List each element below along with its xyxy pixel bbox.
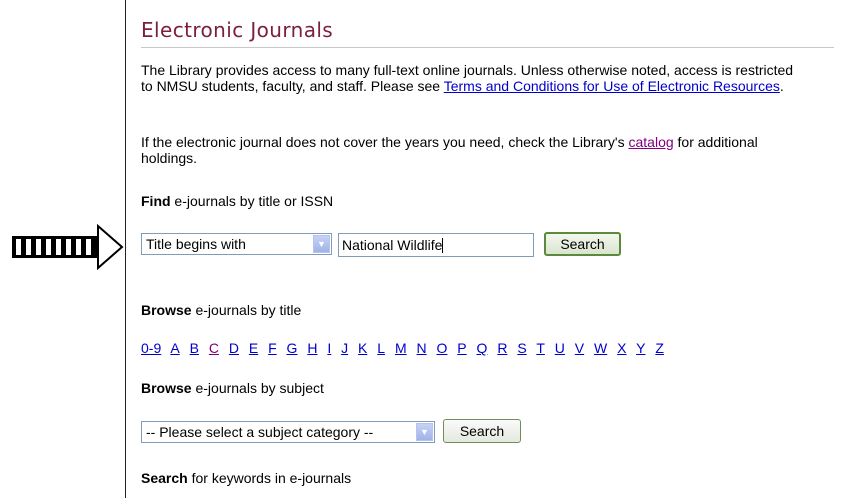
coverage-text: If the electronic journal does not cover… xyxy=(141,134,629,150)
browse-title-bold: Browse xyxy=(141,302,192,318)
alphabet-links: 0-9 A B C D E F G H I J K L M N O P Q R … xyxy=(141,340,670,356)
find-search-button[interactable]: Search xyxy=(544,232,621,256)
find-label-bold: Find xyxy=(141,193,171,209)
letter-link-m[interactable]: M xyxy=(395,340,407,356)
letter-link-0-9[interactable]: 0-9 xyxy=(141,340,161,356)
find-label: Find e-journals by title or ISSN xyxy=(141,193,333,209)
letter-link-y[interactable]: Y xyxy=(636,340,645,356)
pointer-arrow-icon xyxy=(12,224,124,270)
letter-link-a[interactable]: A xyxy=(170,340,179,356)
subject-category-value: -- Please select a subject category -- xyxy=(146,424,374,440)
text-cursor xyxy=(442,238,444,253)
title-search-value: National Wildlife xyxy=(342,237,443,253)
page-title: Electronic Journals xyxy=(141,18,334,42)
title-divider xyxy=(141,47,834,48)
subject-category-select[interactable]: -- Please select a subject category -- ▼ xyxy=(141,421,435,443)
title-search-input[interactable]: National Wildlife xyxy=(338,233,534,257)
browse-title-label: Browse e-journals by title xyxy=(141,302,301,318)
browse-subject-rest: e-journals by subject xyxy=(191,380,324,396)
search-type-select[interactable]: Title begins with ▼ xyxy=(141,233,332,255)
search-type-value: Title begins with xyxy=(146,236,246,252)
letter-link-q[interactable]: Q xyxy=(477,340,488,356)
letter-link-v[interactable]: V xyxy=(575,340,584,356)
letter-link-s[interactable]: S xyxy=(517,340,526,356)
letter-link-w[interactable]: W xyxy=(594,340,607,356)
coverage-paragraph: If the electronic journal does not cover… xyxy=(141,134,801,166)
terms-link[interactable]: Terms and Conditions for Use of Electron… xyxy=(444,78,780,94)
letter-link-c[interactable]: C xyxy=(209,340,219,356)
chevron-down-icon[interactable]: ▼ xyxy=(416,423,433,441)
letter-link-z[interactable]: Z xyxy=(655,340,664,356)
intro-end: . xyxy=(779,78,784,94)
letter-link-i[interactable]: I xyxy=(327,340,331,356)
letter-link-r[interactable]: R xyxy=(497,340,507,356)
letter-link-o[interactable]: O xyxy=(437,340,448,356)
intro-paragraph: The Library provides access to many full… xyxy=(141,62,801,94)
keywords-label: Search for keywords in e-journals xyxy=(141,470,351,486)
browse-subject-bold: Browse xyxy=(141,380,192,396)
keywords-rest: for keywords in e-journals xyxy=(187,470,352,486)
letter-link-f[interactable]: F xyxy=(268,340,277,356)
letter-link-t[interactable]: T xyxy=(536,340,545,356)
letter-link-n[interactable]: N xyxy=(417,340,427,356)
letter-link-u[interactable]: U xyxy=(555,340,565,356)
letter-link-x[interactable]: X xyxy=(617,340,626,356)
letter-link-k[interactable]: K xyxy=(358,340,367,356)
letter-link-j[interactable]: J xyxy=(341,340,348,356)
subject-search-button[interactable]: Search xyxy=(443,419,521,443)
letter-link-p[interactable]: P xyxy=(457,340,466,356)
find-label-rest: e-journals by title or ISSN xyxy=(170,193,334,209)
browse-subject-label: Browse e-journals by subject xyxy=(141,380,324,396)
letter-link-d[interactable]: D xyxy=(229,340,239,356)
letter-link-b[interactable]: B xyxy=(190,340,199,356)
letter-link-g[interactable]: G xyxy=(287,340,298,356)
letter-link-l[interactable]: L xyxy=(377,340,385,356)
main-content: Electronic Journals The Library provides… xyxy=(125,0,850,498)
chevron-down-icon[interactable]: ▼ xyxy=(313,235,330,253)
keywords-bold: Search xyxy=(141,470,188,486)
catalog-link[interactable]: catalog xyxy=(629,134,674,150)
letter-link-h[interactable]: H xyxy=(307,340,317,356)
browse-title-rest: e-journals by title xyxy=(191,302,302,318)
letter-link-e[interactable]: E xyxy=(249,340,258,356)
